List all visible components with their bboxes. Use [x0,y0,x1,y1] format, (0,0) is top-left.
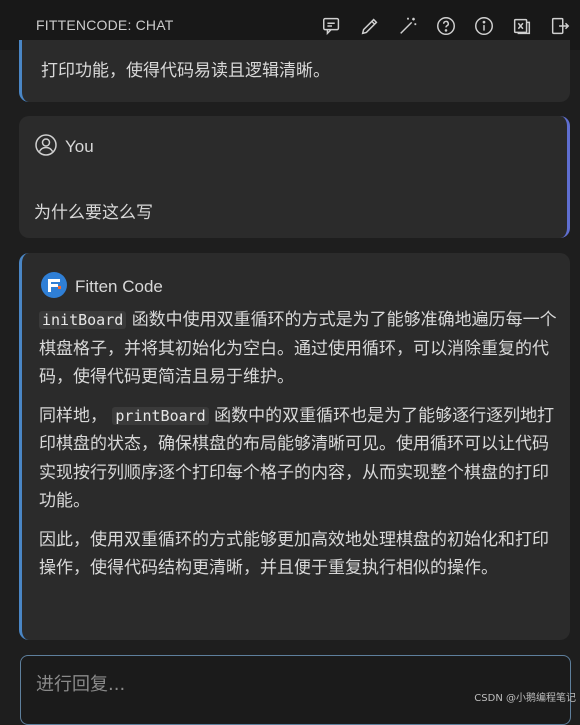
bot-paragraph-3: 因此，使用双重循环的方式能够更加高效地处理棋盘的初始化和打印操作，使得代码结构更… [39,526,559,583]
user-message: You 为什么要这么写 [19,116,570,238]
inline-code: initBoard [39,311,127,329]
bot-paragraph-1: initBoard 函数中使用双重循环的方式是为了能够准确地遍历每一个棋盘格子，… [39,306,559,392]
user-message-text: 为什么要这么写 [34,203,153,223]
watermark: CSDN @小鹅编程笔记 [474,693,576,704]
user-name: You [65,137,94,156]
header-toolbar [318,12,574,40]
close-panel-icon[interactable] [508,12,536,40]
help-icon[interactable] [432,12,460,40]
info-icon[interactable] [470,12,498,40]
user-header: You [34,133,94,161]
fitten-logo-icon [40,271,68,303]
panel-title: FITTENCODE: CHAT [36,17,174,33]
paragraph-text: 因此，使用双重循环的方式能够更加高效地处理棋盘的初始化和打印操作，使得代码结构更… [39,529,549,579]
bot-header: Fitten Code [40,271,163,303]
paragraph-prefix: 同样地， [39,405,107,426]
bot-message: Fitten Code initBoard 函数中使用双重循环的方式是为了能够准… [19,253,570,640]
previous-bot-message: 打印功能，使得代码易读且逻辑清晰。 [19,40,570,102]
bot-paragraph-2: 同样地， printBoard 函数中的双重循环也是为了能够逐行逐列地打印棋盘的… [39,402,559,516]
inline-code: printBoard [112,406,209,425]
previous-message-tail: 打印功能，使得代码易读且逻辑清晰。 [41,61,330,81]
edit-icon[interactable] [356,12,384,40]
bot-name: Fitten Code [75,277,163,296]
bot-message-body: initBoard 函数中使用双重循环的方式是为了能够准确地遍历每一个棋盘格子，… [39,306,559,593]
user-avatar-icon [34,133,58,161]
export-icon[interactable] [546,12,574,40]
magic-wand-icon[interactable] [394,12,422,40]
new-chat-icon[interactable] [318,12,346,40]
